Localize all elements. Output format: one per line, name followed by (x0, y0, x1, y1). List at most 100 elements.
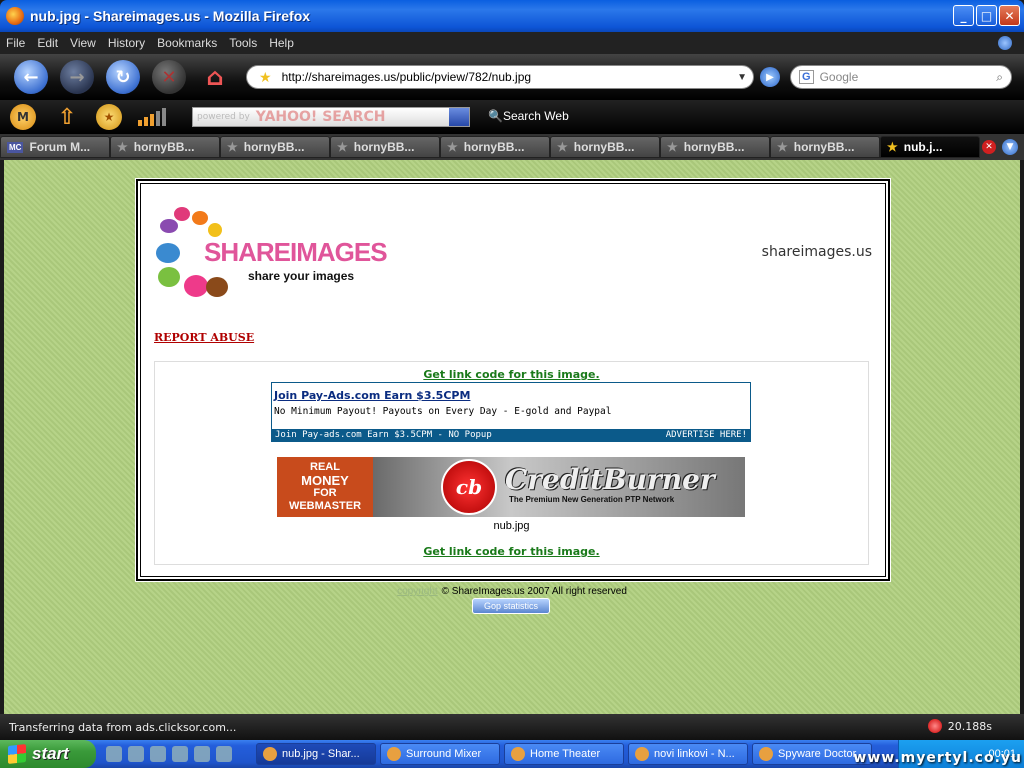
tab-bar: MC Forum M... ★ hornyBB... ★ hornyBB... ★ horny… (0, 134, 1024, 160)
tab-star-icon: ★ (447, 140, 458, 154)
tab-active[interactable]: ★ nub.j... (880, 136, 980, 158)
logo-tagline: share your images (248, 269, 355, 283)
text-ad[interactable]: Join Pay-Ads.com Earn $3.5CPM No Minimum… (271, 382, 751, 442)
copyright-text: © ShareImages.us 2007 All right reserved (441, 586, 627, 597)
report-abuse-link[interactable]: REPORT ABUSE (154, 331, 254, 344)
navigation-toolbar: ← → ↻ ✕ ⌂ ★ http://shareimages.us/public… (0, 54, 1024, 100)
tab[interactable]: ★ hornyBB... (220, 136, 330, 158)
taskbar-button-label: Spyware Doctor (778, 748, 857, 760)
cb-badge-icon: cb (441, 459, 497, 515)
status-text: Transferring data from ads.clicksor.com.… (9, 720, 237, 734)
advertise-here-link[interactable]: ADVERTISE HERE! (666, 430, 747, 440)
forum-favicon-icon: MC (7, 141, 24, 153)
creditburner-banner[interactable]: REAL MONEY FOR WEBMASTER cb CreditBurner… (277, 457, 745, 517)
taskbar-button[interactable]: novi linkovi - N... (628, 743, 748, 765)
tab[interactable]: ★ hornyBB... (440, 136, 550, 158)
menu-bookmarks[interactable]: Bookmarks (151, 36, 223, 50)
minimize-button[interactable]: _ (953, 5, 974, 26)
ad-headline-link[interactable]: Join Pay-Ads.com Earn $3.5CPM (274, 389, 470, 402)
quick-launch-icon[interactable] (172, 746, 188, 762)
quick-launch-icon[interactable] (194, 746, 210, 762)
banner-tagline: The Premium New Generation PTP Network (509, 495, 675, 504)
tab-list-icon[interactable]: ▼ (1002, 139, 1018, 155)
reload-button[interactable]: ↻ (106, 60, 140, 94)
taskbar-button[interactable]: Surround Mixer (380, 743, 500, 765)
close-button[interactable]: ✕ (999, 5, 1020, 26)
tab[interactable]: ★ hornyBB... (660, 136, 770, 158)
taskbar-button-label: Home Theater (530, 748, 601, 760)
address-bar[interactable]: ★ http://shareimages.us/public/pview/782… (246, 65, 754, 89)
page-content: SHAREIMAGES share your images shareimage… (4, 160, 1020, 714)
yahoo-search-dropdown[interactable] (449, 108, 469, 126)
quick-launch-icon[interactable] (128, 746, 144, 762)
app-icon (263, 747, 277, 761)
menu-tools[interactable]: Tools (223, 36, 263, 50)
firefox-window: nub.jpg - Shareimages.us - Mozilla Firef… (0, 0, 1024, 740)
search-web-button[interactable]: 🔍Search Web (488, 109, 569, 123)
copyright-link[interactable]: copyright (397, 586, 438, 597)
back-button[interactable]: ← (14, 60, 48, 94)
tab[interactable]: MC Forum M... (0, 136, 110, 158)
taskbar-button-label: nub.jpg - Shar... (282, 748, 360, 760)
image-filename: nub.jpg (493, 520, 530, 532)
taskbar-button[interactable]: nub.jpg - Shar... (256, 743, 376, 765)
app-icon (387, 747, 401, 761)
yahoo-toolbar: M ⇧ ★ powered by YAHOO! SEARCH 🔍Search W… (0, 100, 1024, 134)
site-name: shareimages.us (761, 244, 872, 260)
app-icon (759, 747, 773, 761)
tab-label: hornyBB... (353, 140, 415, 154)
menu-edit[interactable]: Edit (31, 36, 64, 50)
stop-button[interactable]: ✕ (152, 60, 186, 94)
tab-label: hornyBB... (243, 140, 305, 154)
statistics-badge[interactable]: Gop statistics (472, 598, 550, 614)
tab-label: hornyBB... (133, 140, 195, 154)
addon-status-icon[interactable] (928, 719, 942, 733)
yahoo-search-input[interactable]: powered by YAHOO! SEARCH (192, 107, 470, 127)
tab[interactable]: ★ hornyBB... (770, 136, 880, 158)
title-bar[interactable]: nub.jpg - Shareimages.us - Mozilla Firef… (0, 0, 1024, 32)
menu-file[interactable]: File (0, 36, 31, 50)
taskbar-button[interactable]: Home Theater (504, 743, 624, 765)
windows-flag-icon (8, 744, 26, 764)
home-button[interactable]: ⌂ (198, 60, 232, 94)
search-placeholder: Google (819, 70, 859, 84)
tab-label: hornyBB... (793, 140, 855, 154)
app-icon (635, 747, 649, 761)
get-link-code-top-link[interactable]: Get link code for this image. (155, 368, 868, 381)
signal-bars-icon[interactable] (138, 108, 166, 126)
go-button[interactable]: ▶ (760, 67, 780, 87)
firefox-icon (6, 7, 24, 25)
url-dropdown-icon[interactable]: ▼ (737, 72, 747, 83)
upload-arrow-icon[interactable]: ⇧ (54, 104, 80, 130)
window-title: nub.jpg - Shareimages.us - Mozilla Firef… (30, 8, 311, 24)
menu-view[interactable]: View (64, 36, 102, 50)
tab-label: hornyBB... (463, 140, 525, 154)
bookmark-star-icon[interactable]: ★ (259, 69, 272, 86)
ad-footer-text[interactable]: Join Pay-ads.com Earn $3.5CPM - NO Popup (275, 430, 492, 440)
mozilla-menu-icon[interactable]: M (10, 104, 36, 130)
tab[interactable]: ★ hornyBB... (330, 136, 440, 158)
menu-help[interactable]: Help (263, 36, 300, 50)
search-box[interactable]: G Google ⌕ (790, 65, 1012, 89)
tab-star-icon: ★ (227, 140, 238, 154)
tab[interactable]: ★ hornyBB... (110, 136, 220, 158)
favorites-star-icon[interactable]: ★ (96, 104, 122, 130)
close-tab-icon[interactable]: ✕ (982, 140, 996, 154)
maximize-button[interactable]: □ (976, 5, 997, 26)
google-engine-icon[interactable]: G (799, 70, 814, 84)
taskbar-button-label: novi linkovi - N... (654, 748, 735, 760)
tab[interactable]: ★ hornyBB... (550, 136, 660, 158)
start-button[interactable]: start (0, 740, 96, 768)
watermark: www.myertyl.co.yu (853, 750, 1022, 766)
image-box: Get link code for this image. Join Pay-A… (154, 361, 869, 565)
quick-launch-icon[interactable] (150, 746, 166, 762)
recycle-bin-icon[interactable] (216, 746, 232, 762)
search-icon[interactable]: ⌕ (996, 70, 1003, 85)
menu-history[interactable]: History (102, 36, 151, 50)
ad-description: No Minimum Payout! Payouts on Every Day … (274, 406, 612, 417)
quick-launch-icon[interactable] (106, 746, 122, 762)
forward-button[interactable]: → (60, 60, 94, 94)
load-timer: 20.188s (947, 720, 992, 733)
get-link-code-bottom-link[interactable]: Get link code for this image. (155, 545, 868, 558)
tab-star-icon: ★ (337, 140, 348, 154)
